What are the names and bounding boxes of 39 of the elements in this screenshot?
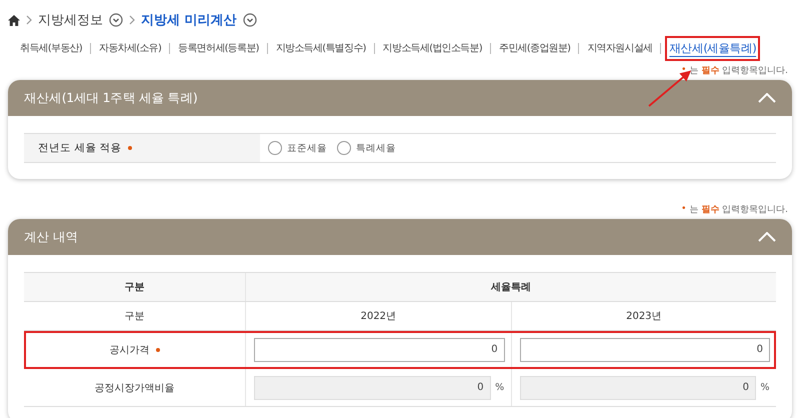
- radio-button[interactable]: [337, 141, 351, 155]
- required-mark: •: [681, 204, 686, 214]
- tab[interactable]: 재산세(세율특례): [665, 36, 760, 60]
- row-label: 공시가격: [110, 344, 150, 356]
- field-label: 전년도 세율 적용: [38, 141, 122, 155]
- breadcrumb-link[interactable]: 지방세정보: [38, 11, 103, 29]
- chevron-up-icon[interactable]: [758, 232, 776, 242]
- tab[interactable]: 취득세(부동산): [16, 36, 86, 60]
- breadcrumb-link[interactable]: 지방세 미리계산: [141, 11, 237, 29]
- radio-label[interactable]: 표준세율: [287, 142, 327, 154]
- panel-title: 재산세(1세대 1주택 세율 특례): [24, 90, 198, 106]
- table-cell: 2023년: [626, 311, 662, 322]
- unit-label: %: [494, 382, 505, 393]
- number-field[interactable]: 0: [520, 338, 770, 362]
- chevron-up-icon[interactable]: [758, 93, 776, 103]
- row-label: 구분: [124, 310, 144, 323]
- home-icon[interactable]: [8, 14, 20, 26]
- chevron-right-icon: [129, 15, 135, 25]
- number-field[interactable]: 0: [254, 338, 505, 362]
- caret-icon[interactable]: [242, 13, 257, 27]
- radio-label[interactable]: 특례세율: [356, 142, 396, 154]
- tab[interactable]: 자동차세(소유): [95, 36, 166, 60]
- tab[interactable]: 지방소득세(법인소득분): [378, 36, 486, 60]
- tab[interactable]: 등록면허세(등록분): [174, 36, 263, 60]
- chevron-right-icon: [26, 15, 32, 25]
- tab[interactable]: 지역자원시설세: [583, 36, 656, 60]
- required-note: 는 필수 입력항목입니다.: [689, 204, 788, 216]
- caret-icon[interactable]: [109, 13, 123, 27]
- panel-title: 계산 내역: [24, 228, 78, 246]
- unit-label: %: [760, 382, 770, 393]
- required-mark: •: [681, 65, 686, 75]
- radio-button[interactable]: [268, 141, 282, 155]
- tab[interactable]: 주민세(종업원분): [494, 36, 574, 60]
- row-label: 공정시장가액비율: [94, 382, 174, 394]
- required-note: 는 필수 입력항목입니다.: [689, 64, 788, 76]
- column-header: 세율특례: [246, 272, 776, 302]
- column-header: 구분: [24, 272, 246, 302]
- table-cell: 2022년: [360, 311, 396, 322]
- tab[interactable]: 지방소득세(특별징수): [272, 36, 370, 60]
